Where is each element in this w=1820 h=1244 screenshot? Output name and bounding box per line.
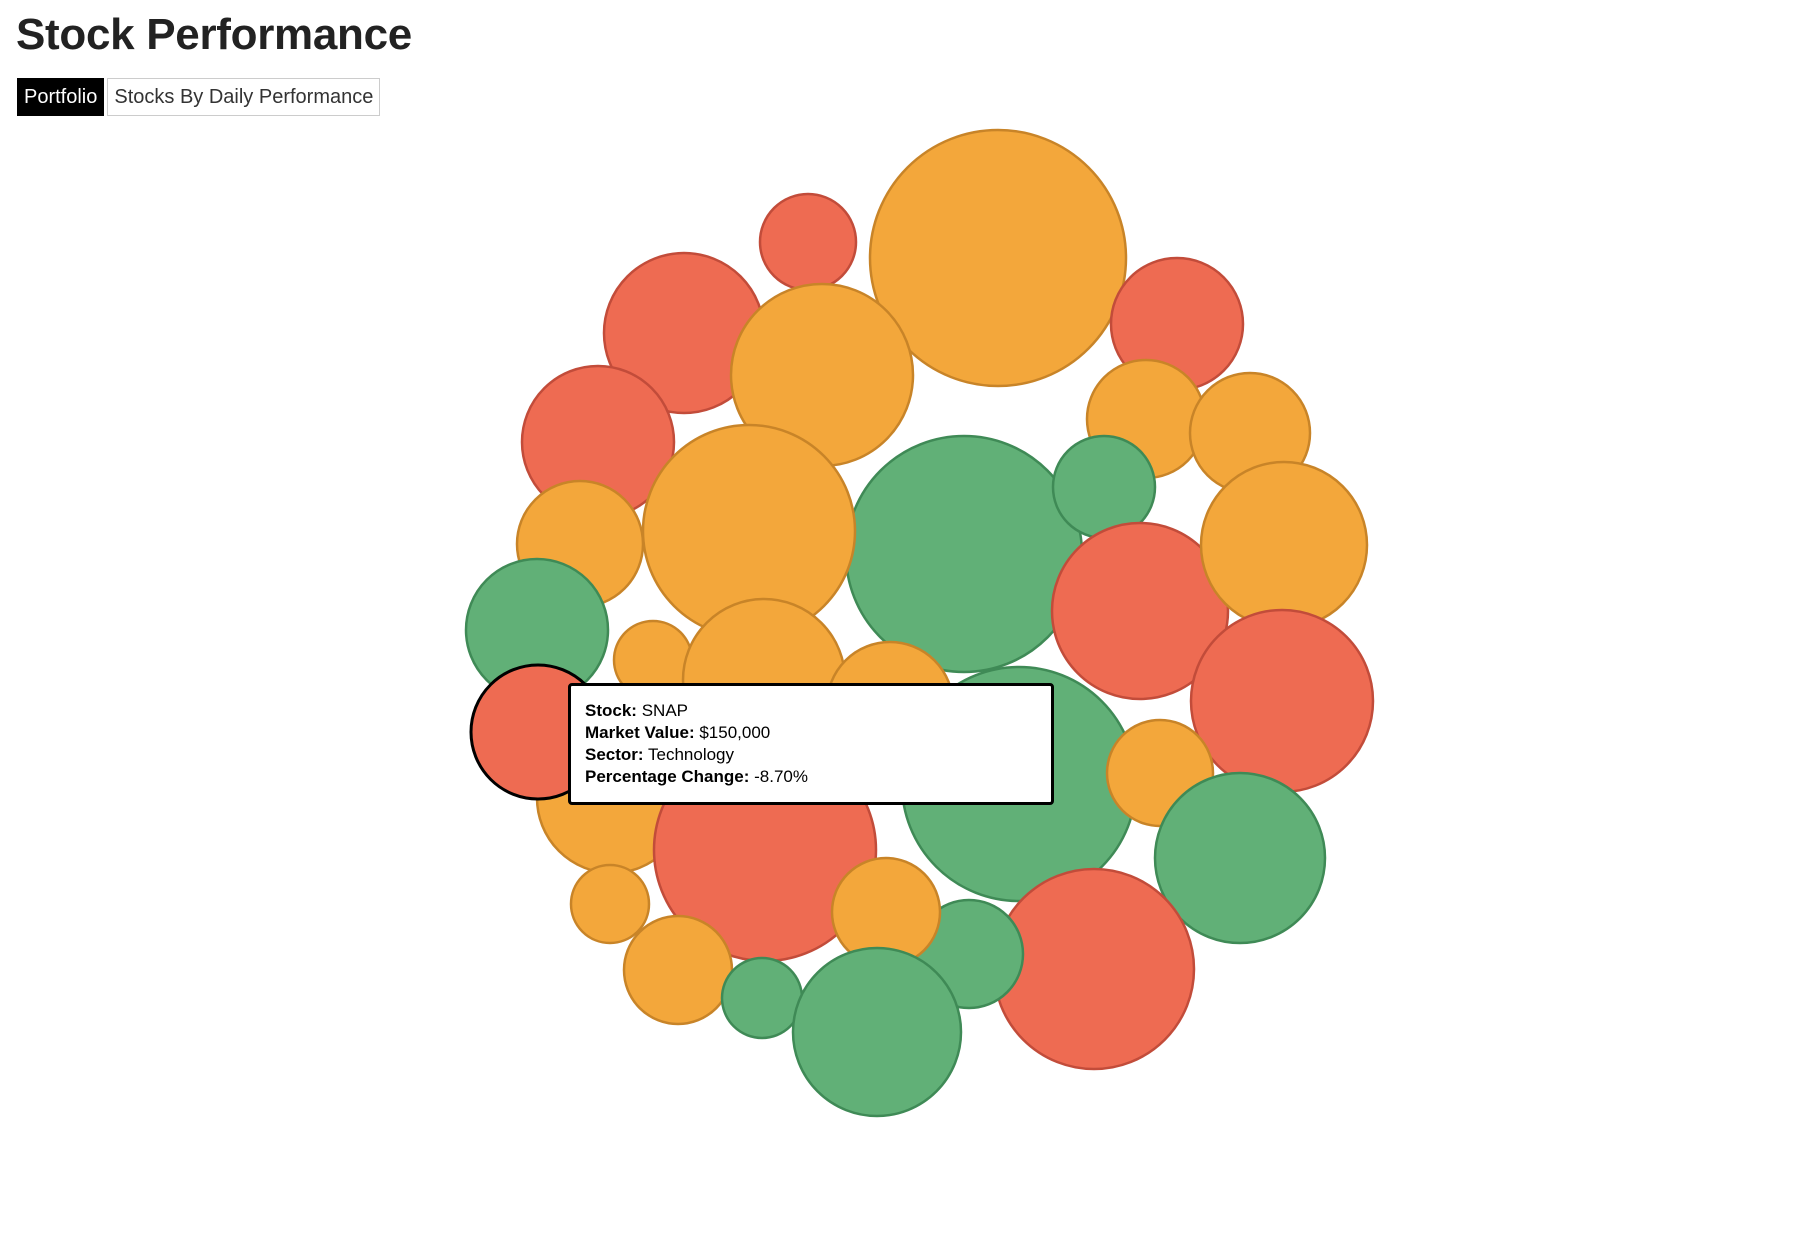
tooltip-sector-label: Sector: [585, 745, 644, 764]
stock-bubble[interactable] [1189, 608, 1375, 794]
tooltip-stock-value: SNAP [641, 701, 688, 720]
tooltip-pct-change-label: Percentage Change: [585, 767, 750, 786]
tooltip-market-value-value: $150,000 [699, 723, 771, 742]
tooltip-pct-change-row: Percentage Change: -8.70% [585, 766, 1037, 788]
stock-bubble[interactable] [720, 956, 804, 1040]
stock-bubble[interactable] [791, 946, 963, 1118]
stock-bubble[interactable] [758, 192, 858, 292]
tooltip-market-value-row: Market Value: $150,000 [585, 722, 1037, 744]
stock-bubble[interactable] [569, 863, 651, 945]
tooltip-market-value-label: Market Value: [585, 723, 695, 742]
stock-bubble[interactable] [622, 914, 734, 1026]
stock-bubble[interactable] [844, 434, 1084, 674]
bubble-chart [464, 128, 1375, 1118]
tooltip-stock-label: Stock: [585, 701, 637, 720]
stock-tooltip: Stock: SNAP Market Value: $150,000 Secto… [568, 683, 1054, 805]
tooltip-stock-row: Stock: SNAP [585, 700, 1037, 722]
stock-bubble[interactable] [992, 867, 1196, 1071]
stock-bubble[interactable] [1199, 460, 1369, 630]
tooltip-sector-value: Technology [648, 745, 735, 764]
tooltip-pct-change-value: -8.70% [754, 767, 808, 786]
tooltip-sector-row: Sector: Technology [585, 744, 1037, 766]
